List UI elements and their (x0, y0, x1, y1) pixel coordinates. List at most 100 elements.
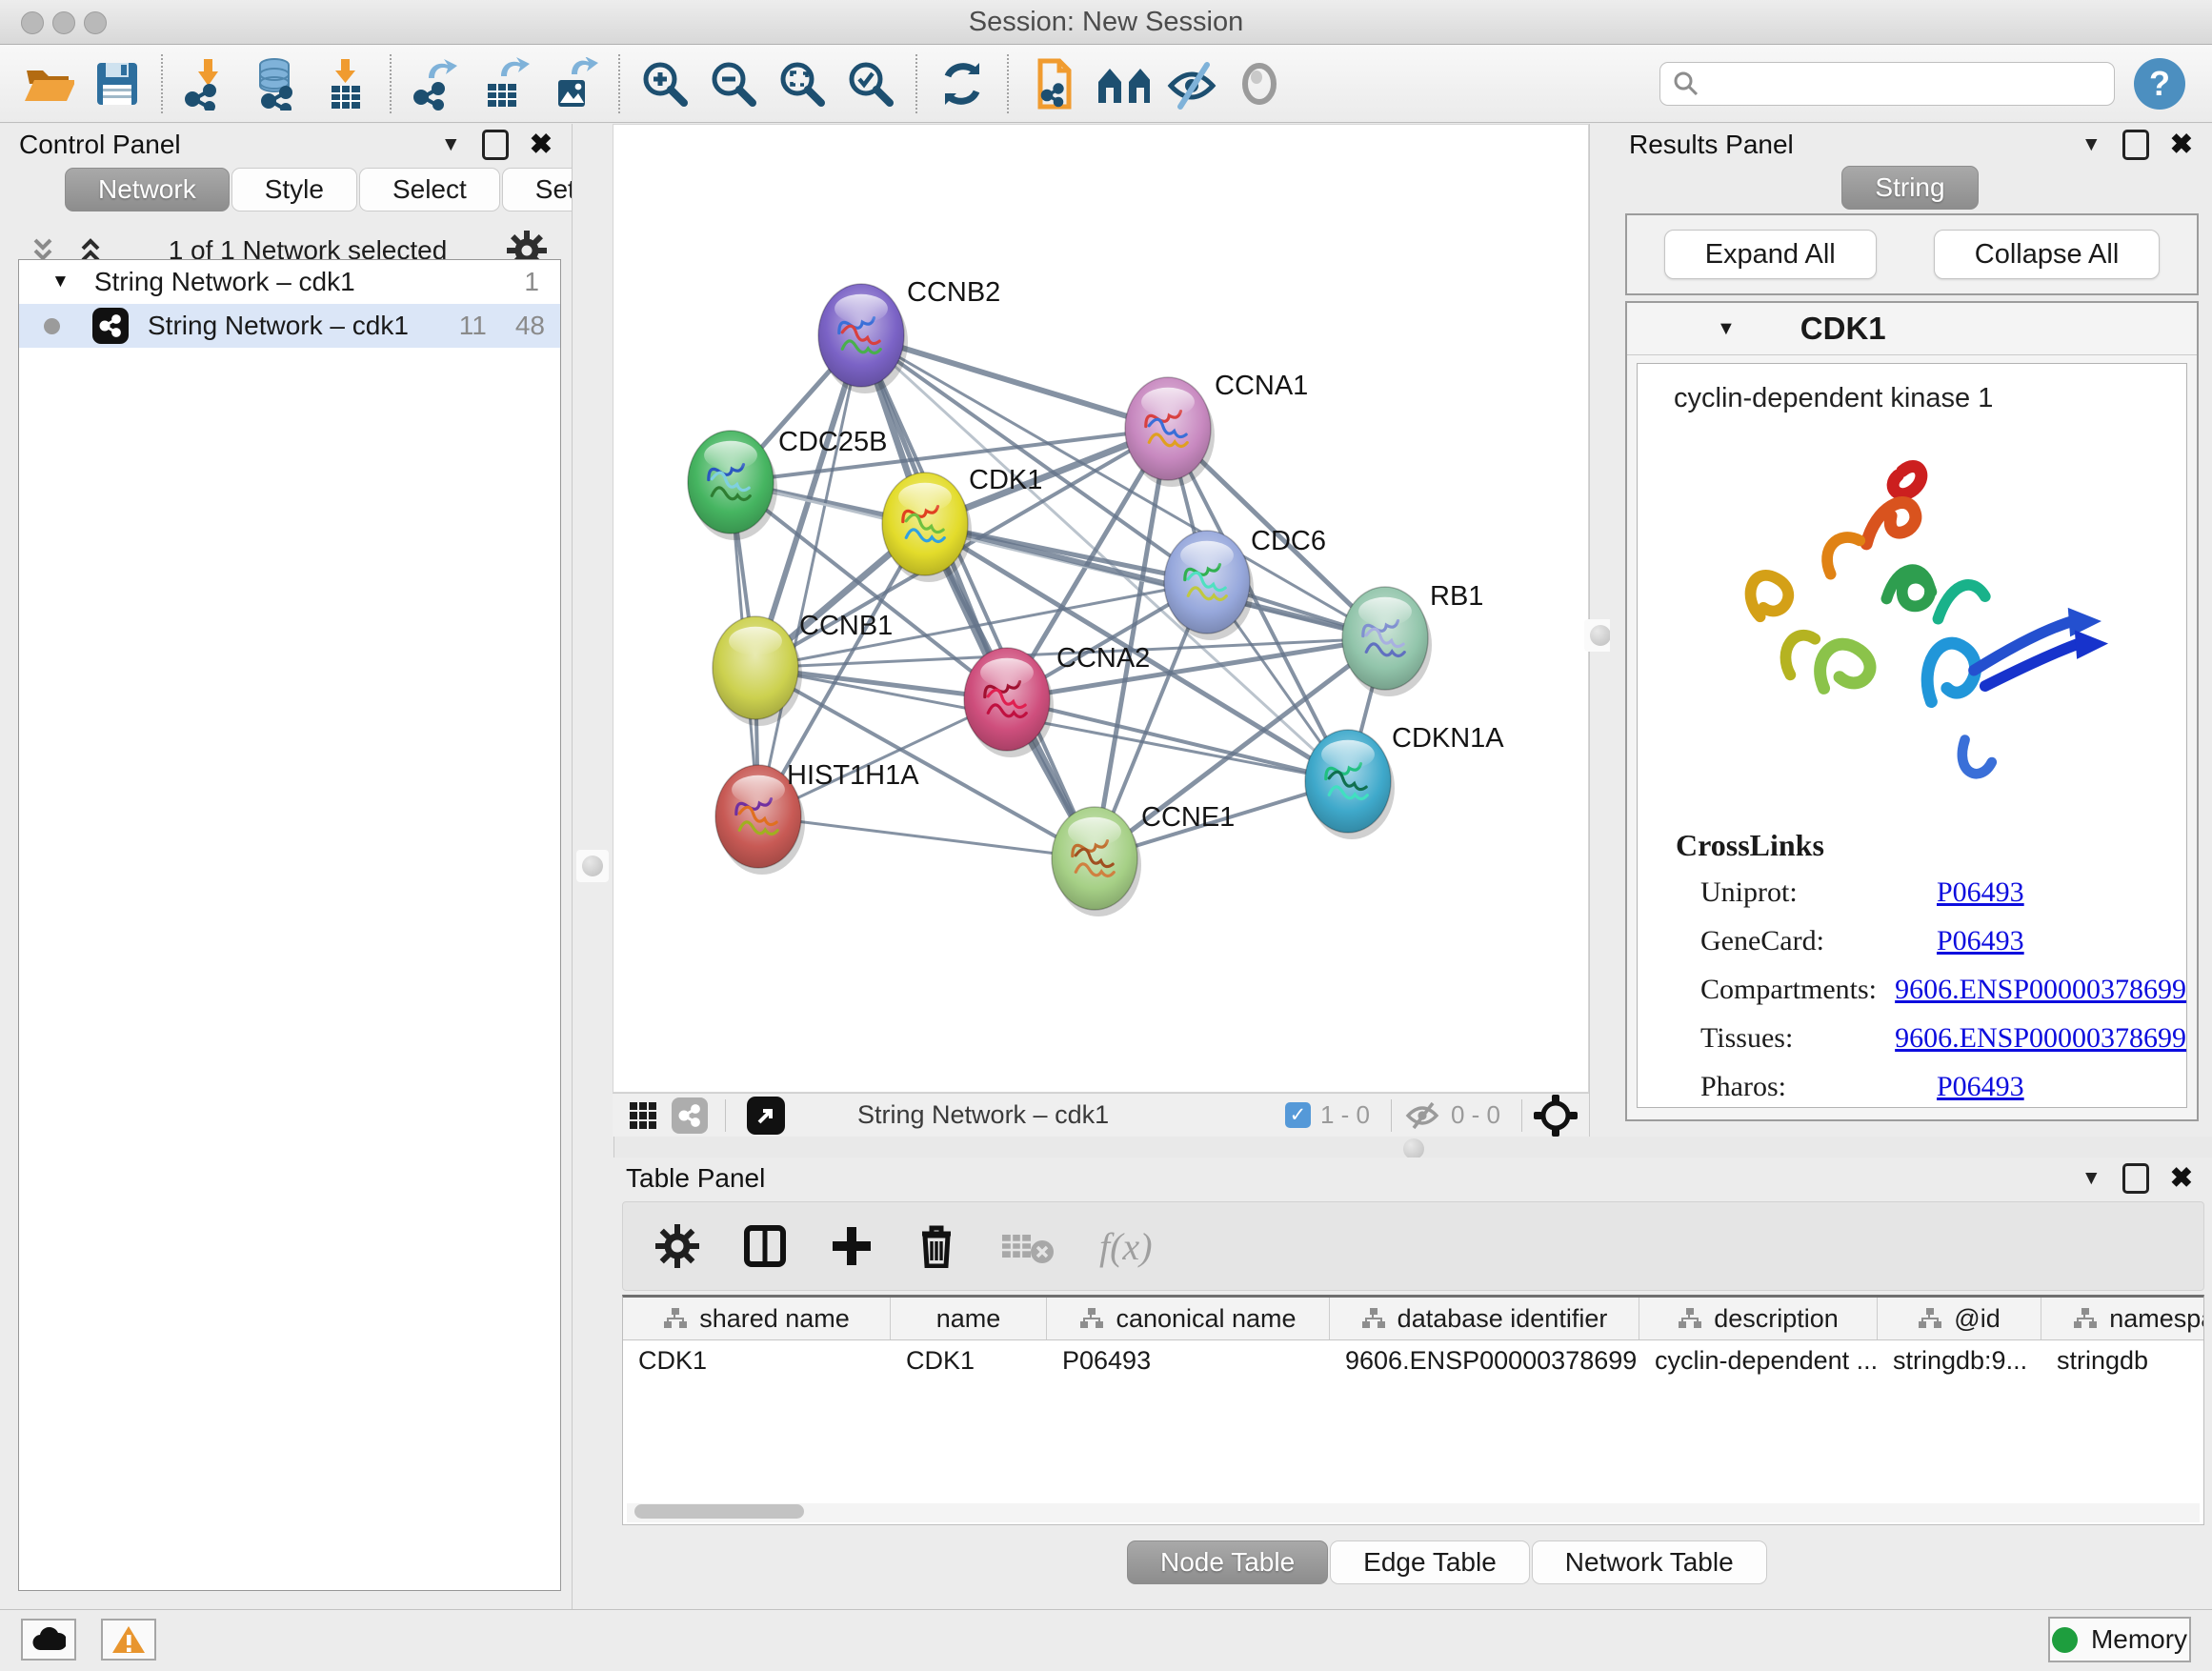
column-header-name[interactable]: name (891, 1298, 1047, 1339)
network-share-icon[interactable] (672, 1097, 708, 1134)
node-CCNB1[interactable] (713, 616, 802, 726)
zoom-window-button[interactable] (84, 11, 107, 34)
birdseye-icon[interactable] (1534, 1095, 1578, 1137)
entry-name: CDK1 (1800, 311, 1886, 347)
node-CCNB2[interactable] (818, 284, 908, 393)
network-tree: ▼ String Network – cdk1 1 String Network… (18, 259, 561, 1591)
node-CDKN1A[interactable] (1305, 730, 1395, 839)
expand-all-button[interactable]: Expand All (1664, 230, 1877, 279)
float-panel-icon[interactable] (2122, 1163, 2149, 1194)
column-header-shared-name[interactable]: shared name (623, 1298, 891, 1339)
crosslink-uniprot[interactable]: P06493 (1937, 876, 2024, 909)
apply-preferred-layout-icon[interactable] (935, 55, 990, 112)
table-cell[interactable]: stringdb (2041, 1340, 2204, 1380)
show-column-icon[interactable] (743, 1224, 787, 1268)
node-CCNA2[interactable] (964, 648, 1054, 757)
import-network-from-file-icon[interactable] (180, 55, 235, 112)
help-button[interactable]: ? (2134, 58, 2185, 110)
panel-menu-icon[interactable]: ▼ (2081, 1167, 2101, 1190)
panel-menu-icon[interactable]: ▼ (2081, 133, 2101, 156)
left-splitter-handle[interactable] (576, 850, 609, 882)
table-cell[interactable]: cyclin-dependent ... (1639, 1340, 1878, 1380)
table-hscrollbar-track[interactable] (627, 1503, 2200, 1522)
column-header-namespac[interactable]: namespac (2041, 1298, 2204, 1339)
delete-column-icon[interactable] (916, 1224, 956, 1268)
tab-network[interactable]: Network (65, 168, 230, 211)
table-settings-icon[interactable] (655, 1224, 699, 1268)
zoom-selected-icon[interactable] (843, 55, 898, 112)
close-panel-icon[interactable]: ✖ (2170, 131, 2193, 159)
crosslink-compartments[interactable]: 9606.ENSP00000378699 (1895, 974, 2186, 1006)
zoom-out-icon[interactable] (706, 55, 761, 112)
panel-menu-icon[interactable]: ▼ (441, 133, 461, 156)
tab-select[interactable]: Select (359, 168, 500, 211)
crosslink-pharos[interactable]: P06493 (1937, 1071, 2024, 1103)
search-input[interactable] (1700, 68, 2102, 99)
node-RB1[interactable] (1342, 587, 1432, 696)
import-table-from-file-icon[interactable] (317, 55, 372, 112)
table-cell[interactable]: CDK1 (623, 1340, 891, 1380)
zoom-in-icon[interactable] (637, 55, 693, 112)
crosslink-tissues[interactable]: 9606.ENSP00000378699 (1895, 1022, 2186, 1055)
node-CCNE1[interactable] (1052, 807, 1141, 916)
edge-CCNA2-CDKN1A[interactable] (1007, 699, 1348, 781)
export-image-icon[interactable] (546, 55, 601, 112)
save-session-icon[interactable] (89, 55, 144, 112)
entry-header[interactable]: ▼ CDK1 (1627, 303, 2197, 355)
first-neighbors-icon[interactable] (1095, 55, 1150, 112)
column-header-database-identifier[interactable]: database identifier (1330, 1298, 1639, 1339)
network-collection-row[interactable]: ▼ String Network – cdk1 1 (19, 260, 560, 304)
open-file-icon[interactable] (20, 55, 75, 112)
show-all-icon[interactable] (1232, 55, 1287, 112)
right-splitter[interactable] (1589, 124, 1612, 1137)
create-column-icon[interactable] (831, 1225, 873, 1267)
edge-HIST1H1A-CCNE1[interactable] (758, 816, 1095, 858)
detach-view-icon[interactable] (747, 1097, 785, 1135)
node-CCNA1[interactable] (1125, 377, 1215, 487)
close-window-button[interactable] (21, 11, 44, 34)
float-panel-icon[interactable] (2122, 130, 2149, 160)
memory-button[interactable]: Memory (2048, 1617, 2191, 1662)
network-row-selected[interactable]: String Network – cdk1 11 48 (19, 304, 560, 348)
export-network-icon[interactable] (409, 55, 464, 112)
zoom-fit-icon[interactable] (774, 55, 830, 112)
new-network-from-selection-icon[interactable] (1026, 55, 1081, 112)
grid-view-icon[interactable] (626, 1098, 660, 1133)
network-graph[interactable]: CCNB2CCNA1CDC25BCDK1CDC6RB1CCNB1CCNA2CDK… (613, 125, 1588, 1092)
table-cell[interactable]: CDK1 (891, 1340, 1047, 1380)
close-panel-icon[interactable]: ✖ (2170, 1165, 2193, 1193)
float-panel-icon[interactable] (482, 130, 509, 160)
collection-expand-icon[interactable]: ▼ (51, 272, 70, 292)
selected-checkbox-icon[interactable]: ✓ (1285, 1102, 1311, 1128)
tab-node-table[interactable]: Node Table (1127, 1540, 1328, 1584)
tab-style[interactable]: Style (231, 168, 357, 211)
horizontal-splitter[interactable] (613, 1137, 2212, 1158)
left-splitter[interactable] (572, 124, 614, 1610)
network-canvas[interactable]: CCNB2CCNA1CDC25BCDK1CDC6RB1CCNB1CCNA2CDK… (613, 124, 1589, 1093)
column-header-description[interactable]: description (1639, 1298, 1878, 1339)
import-network-from-database-icon[interactable] (249, 55, 304, 112)
warnings-button[interactable] (101, 1619, 156, 1661)
collapse-all-button[interactable]: Collapse All (1934, 230, 2161, 279)
node-label-HIST1H1A: HIST1H1A (787, 760, 919, 791)
table-cell[interactable]: stringdb:9... (1878, 1340, 2041, 1380)
tab-network-table[interactable]: Network Table (1532, 1540, 1767, 1584)
column-header-id[interactable]: @id (1878, 1298, 2041, 1339)
cloud-button[interactable] (21, 1619, 76, 1661)
table-cell[interactable]: P06493 (1047, 1340, 1330, 1380)
table-cell[interactable]: 9606.ENSP00000378699 (1330, 1340, 1639, 1380)
hide-selected-icon[interactable] (1163, 55, 1218, 112)
column-header-canonical-name[interactable]: canonical name (1047, 1298, 1330, 1339)
minimize-window-button[interactable] (52, 11, 75, 34)
table-hscrollbar-thumb[interactable] (634, 1504, 804, 1519)
table-row[interactable]: CDK1CDK1P064939606.ENSP00000378699cyclin… (623, 1340, 2203, 1380)
tab-edge-table[interactable]: Edge Table (1330, 1540, 1530, 1584)
node-CDK1[interactable] (882, 473, 972, 582)
export-table-icon[interactable] (477, 55, 533, 112)
tab-string[interactable]: String (1841, 166, 1978, 210)
entry-expand-icon[interactable]: ▼ (1717, 318, 1736, 340)
close-panel-icon[interactable]: ✖ (530, 131, 553, 159)
search-icon (1672, 70, 1700, 98)
crosslink-genecard[interactable]: P06493 (1937, 925, 2024, 957)
edge-CCNB2-HIST1H1A[interactable] (758, 335, 861, 816)
